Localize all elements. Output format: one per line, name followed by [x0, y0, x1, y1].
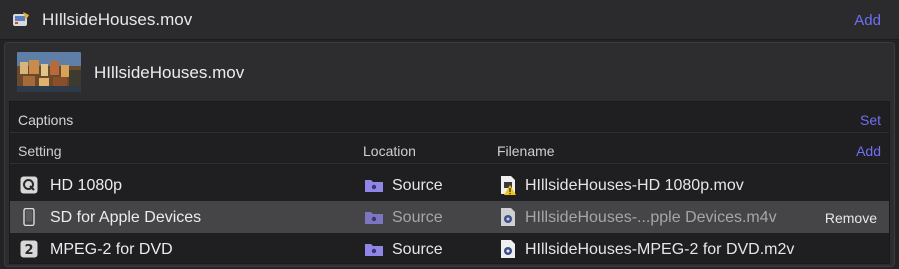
folder-icon: [365, 180, 383, 192]
output-filename[interactable]: HIllsideHouses-...pple Devices.m4v: [525, 209, 777, 227]
table-header: Setting Location Filename Add: [10, 134, 889, 164]
folder-icon: [365, 244, 383, 256]
outputs-table: Captions Set Setting Location Filename A…: [9, 101, 890, 264]
location-value[interactable]: Source: [392, 177, 443, 195]
folder-icon: [365, 212, 383, 224]
job-header: HIllsideHouses.mov Add: [0, 0, 899, 40]
column-header-setting: Setting: [18, 143, 62, 159]
remove-button[interactable]: Remove: [825, 210, 877, 226]
captions-set-button[interactable]: Set: [860, 112, 881, 128]
setting-name: HD 1080p: [50, 177, 123, 194]
column-header-location: Location: [363, 143, 416, 159]
location-value[interactable]: Source: [392, 241, 443, 259]
captions-row: Captions Set: [10, 102, 889, 133]
setting-name: SD for Apple Devices: [50, 209, 202, 226]
location-value[interactable]: Source: [392, 209, 443, 227]
add-output-button[interactable]: Add: [854, 12, 881, 29]
source-panel: HIllsideHouses.mov Captions Set Setting …: [4, 42, 895, 267]
iphone-icon: [23, 208, 35, 226]
movie-file-warning-icon: [501, 176, 516, 195]
mpeg2-icon: 2: [20, 240, 38, 258]
compressor-q-icon: [20, 176, 38, 194]
job-title: HIllsideHouses.mov: [42, 10, 193, 29]
output-filename[interactable]: HIllsideHouses-MPEG-2 for DVD.m2v: [525, 241, 794, 259]
add-setting-button[interactable]: Add: [856, 143, 881, 159]
compressor-app-icon: [13, 12, 29, 26]
output-row[interactable]: HD 1080p Source HIllsideHouses-HD 1080p.…: [10, 169, 889, 201]
source-filename: HIllsideHouses.mov: [94, 63, 245, 82]
source-file-row: HIllsideHouses.mov: [5, 43, 894, 101]
video-file-icon: [501, 208, 515, 226]
svg-text:2: 2: [24, 243, 33, 258]
video-file-icon: [501, 240, 515, 258]
setting-name: MPEG-2 for DVD: [50, 241, 173, 258]
output-row-selected[interactable]: SD for Apple Devices Source HIllsideHous…: [10, 201, 889, 233]
output-row[interactable]: 2 MPEG-2 for DVD Source HIllsideHouses-M…: [10, 233, 889, 265]
captions-label: Captions: [18, 112, 74, 128]
column-header-filename: Filename: [497, 143, 555, 159]
source-thumbnail: [17, 52, 81, 92]
output-filename[interactable]: HIllsideHouses-HD 1080p.mov: [525, 177, 744, 195]
